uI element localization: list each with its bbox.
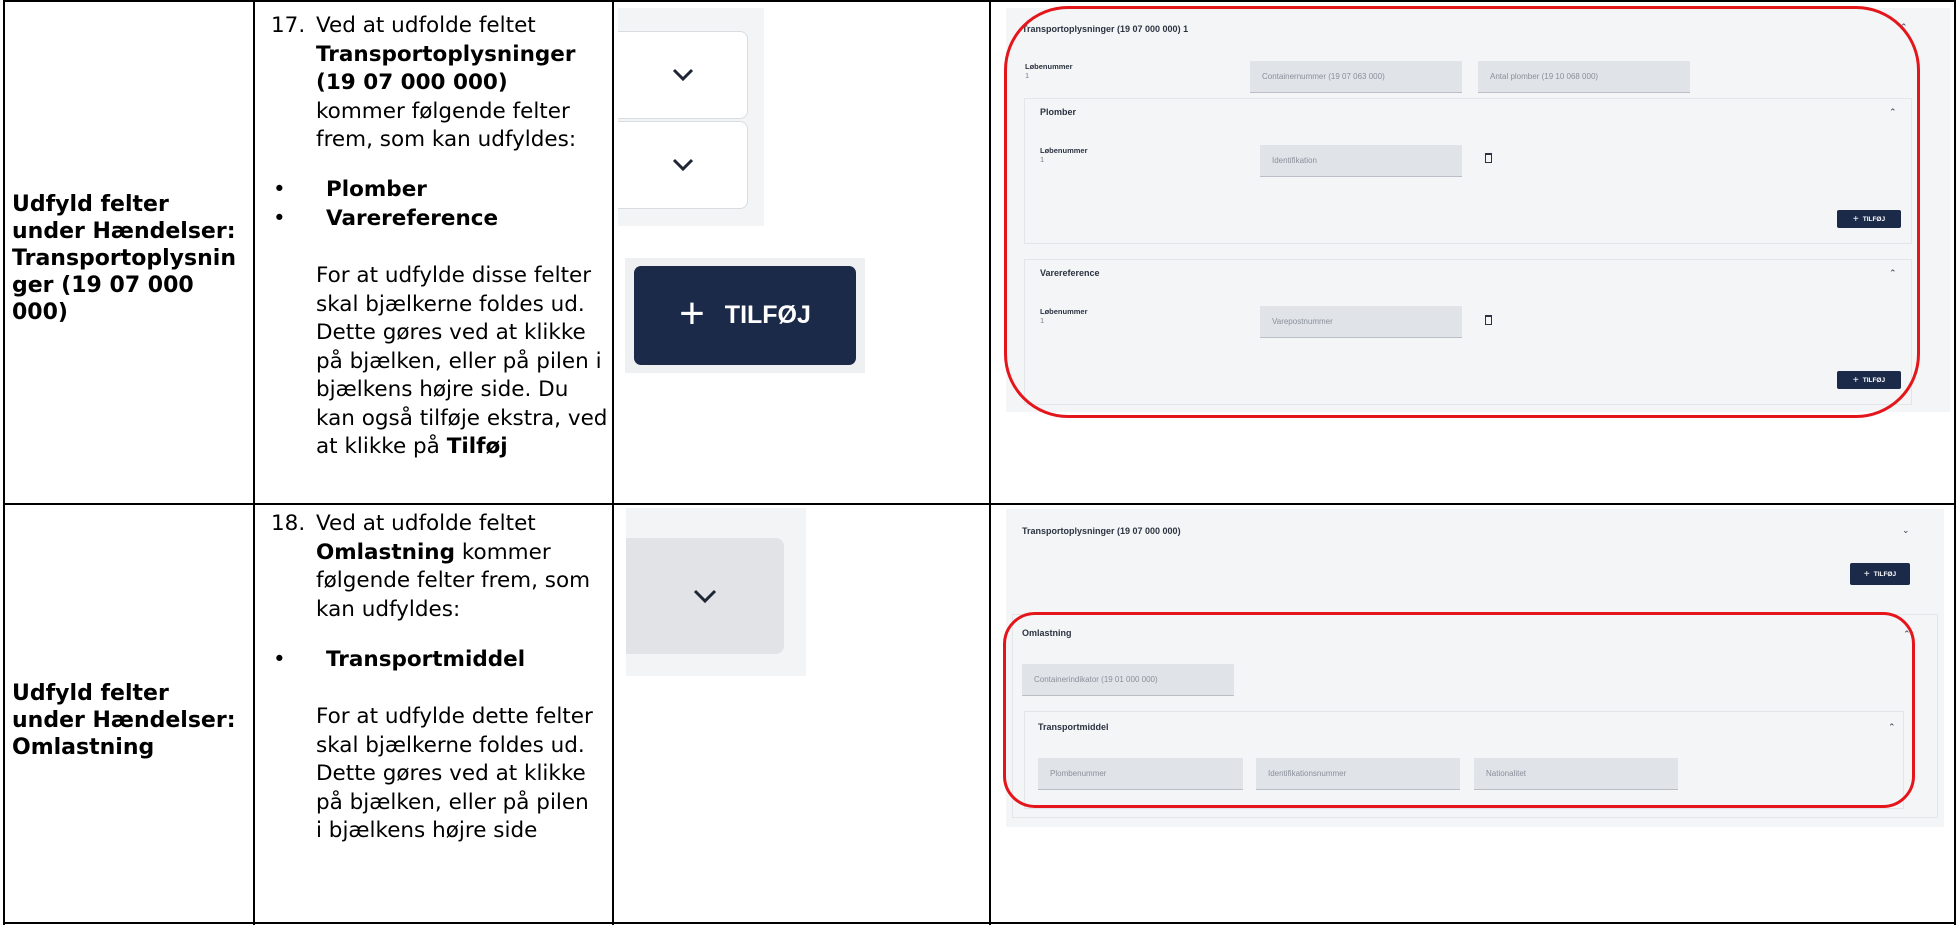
- expand-chevron-icon[interactable]: ⌄: [1902, 526, 1910, 536]
- highlight-ring-omlastning: [1003, 612, 1915, 808]
- row2-intro-a: Ved at udfolde feltet: [316, 511, 536, 536]
- plus-icon: +: [679, 288, 705, 338]
- row1-bullets: Plomber Varereference: [271, 176, 498, 234]
- table-border-col1: [253, 0, 255, 925]
- expand-chevron-button-3[interactable]: [626, 538, 784, 654]
- row1-step-number: 17.: [271, 13, 306, 38]
- row2-step-number: 18.: [271, 511, 306, 536]
- row1-paragraph: For at udfylde disse felter skal bjælker…: [316, 262, 611, 462]
- highlight-ring-transportoplysninger: [1004, 6, 1920, 418]
- table-border-col2: [612, 0, 614, 925]
- chevron-down-icon: [672, 158, 694, 172]
- table-border-row: [3, 503, 1956, 505]
- row1-intro-b: kommer følgende felter frem, som kan udf…: [316, 98, 577, 153]
- add-button-large[interactable]: + TILFØJ: [634, 266, 856, 365]
- table-border-right: [1954, 0, 1956, 925]
- table-border-bottom: [3, 922, 1956, 924]
- table-border-top: [3, 0, 1956, 2]
- row1-intro-a: Ved at udfolde feltet: [316, 13, 536, 38]
- chevron-down-icon: [672, 68, 694, 82]
- row2-title: Udfyld felter under Hændelser: Omlastnin…: [12, 681, 236, 760]
- row1-para: For at udfylde disse felter skal bjælker…: [316, 263, 608, 459]
- expand-chevron-button-1[interactable]: [618, 31, 748, 119]
- row2-paragraph: For at udfylde dette felter skal bjælker…: [316, 703, 601, 846]
- row1-intro-bold: Transportoplysninger (19 07 000 000): [316, 41, 576, 96]
- transportoplysninger-add-button[interactable]: + TILFØJ: [1850, 563, 1910, 585]
- row2-intro-bold: Omlastning: [316, 539, 456, 565]
- row1-bullet-plomber: Plomber: [271, 176, 498, 205]
- transportoplysninger-header-2: Transportoplysninger (19 07 000 000): [1022, 526, 1181, 536]
- row2-bullet-transportmiddel: Transportmiddel: [271, 646, 525, 675]
- chevron-down-icon: [693, 589, 717, 604]
- table-border-left: [3, 0, 5, 925]
- row1-bullet-varereference: Varereference: [271, 205, 498, 234]
- row1-title: Udfyld felter under Hændelser: Transport…: [12, 192, 236, 325]
- add-button-label: TILFØJ: [724, 301, 811, 329]
- row1-para-bold: Tilføj: [446, 434, 508, 459]
- row2-bullets: Transportmiddel: [271, 646, 525, 675]
- row2-para: For at udfylde dette felter skal bjælker…: [316, 704, 593, 843]
- table-border-col3: [989, 0, 991, 925]
- expand-chevron-button-2[interactable]: [618, 121, 748, 209]
